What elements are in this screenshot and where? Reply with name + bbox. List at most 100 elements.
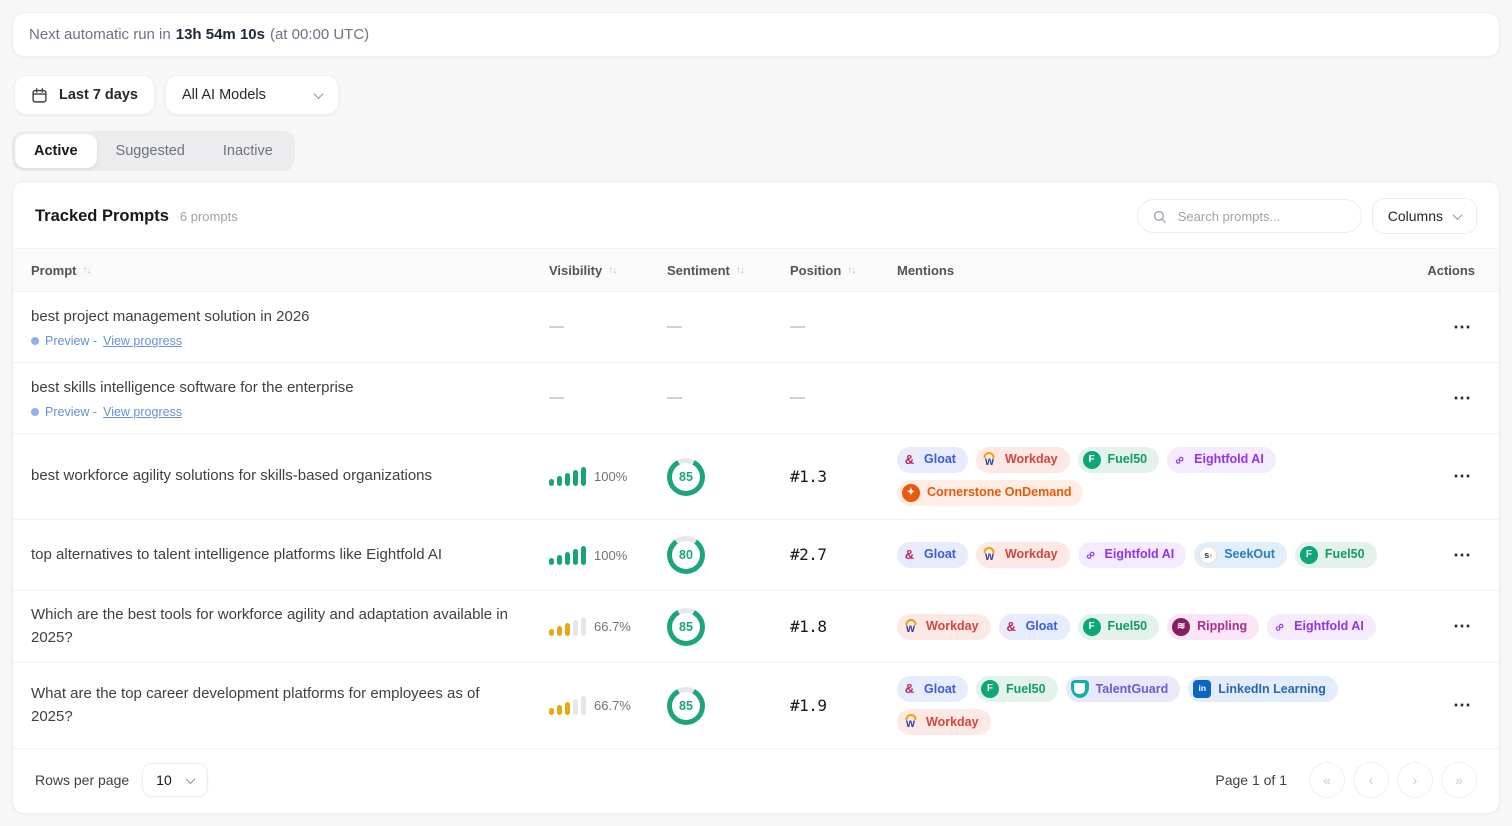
row-actions-button[interactable]: ⋯	[1449, 315, 1475, 340]
next-run-prefix: Next automatic run in	[29, 26, 171, 43]
position-cell: #1.8	[790, 617, 897, 637]
row-actions-button[interactable]: ⋯	[1449, 614, 1475, 639]
sentiment-cell: —	[667, 389, 790, 407]
position-cell: #2.7	[790, 545, 897, 565]
position-value: #2.7	[790, 545, 827, 564]
chevron-down-icon	[1453, 210, 1463, 220]
preview-dot-icon	[31, 408, 39, 416]
mentions-cell: wWorkday&GloatFFuel50≋Rippling∞Eightfold…	[897, 614, 1411, 640]
mention-label: Gloat	[924, 451, 956, 469]
table-row[interactable]: best workforce agility solutions for ski…	[13, 434, 1499, 520]
preview-label: Preview -	[45, 334, 97, 348]
row-actions-button[interactable]: ⋯	[1449, 543, 1475, 568]
view-progress-link[interactable]: View progress	[103, 405, 182, 419]
row-actions-button[interactable]: ⋯	[1449, 693, 1475, 718]
prev-page-button[interactable]: ‹	[1353, 762, 1389, 798]
row-actions-button[interactable]: ⋯	[1449, 386, 1475, 411]
next-page-button[interactable]: ›	[1397, 762, 1433, 798]
column-header-visibility[interactable]: Visibility ↑↓	[549, 263, 667, 278]
mention-badge-workday: wWorkday	[976, 447, 1070, 473]
mention-badge-gloat: &Gloat	[897, 676, 968, 702]
table-footer: Rows per page 10 Page 1 of 1 « ‹ › »	[13, 749, 1499, 813]
search-input[interactable]	[1176, 208, 1347, 225]
mention-label: Fuel50	[1108, 618, 1148, 636]
visibility-bars-icon	[549, 467, 586, 486]
tab-inactive[interactable]: Inactive	[204, 134, 292, 168]
visibility-bars-icon	[549, 546, 586, 565]
prompt-text: top alternatives to talent intelligence …	[31, 544, 509, 567]
visibility-percent: 100%	[594, 469, 627, 484]
cornerstone-ondemand-icon: ✦	[902, 484, 920, 502]
prompt-text: Which are the best tools for workforce a…	[31, 604, 509, 649]
actions-cell: ⋯	[1411, 614, 1475, 639]
ai-models-select[interactable]: All AI Models	[165, 75, 339, 115]
rows-per-page-select[interactable]: 10	[142, 763, 208, 797]
mention-label: SeekOut	[1224, 546, 1275, 564]
mention-badge-eightfold: ∞Eightfold AI	[1267, 614, 1376, 640]
position-value: #1.8	[790, 617, 827, 636]
prompt-text: best skills intelligence software for th…	[31, 377, 509, 400]
sort-icon: ↑↓	[83, 265, 91, 276]
last-page-button[interactable]: »	[1441, 762, 1477, 798]
page-indicator: Page 1 of 1	[1215, 772, 1287, 788]
mention-badge-gloat: &Gloat	[999, 614, 1070, 640]
column-header-actions: Actions	[1411, 263, 1475, 278]
mention-badge-workday: wWorkday	[897, 709, 991, 735]
mention-label: Cornerstone OnDemand	[927, 484, 1071, 502]
row-actions-button[interactable]: ⋯	[1449, 464, 1475, 489]
mention-badge-seekout: s› SeekOut	[1194, 542, 1287, 568]
tab-suggested[interactable]: Suggested	[97, 134, 204, 168]
actions-cell: ⋯	[1411, 464, 1475, 489]
actions-cell: ⋯	[1411, 315, 1475, 340]
chevron-down-icon	[185, 774, 195, 784]
mention-label: Fuel50	[1325, 546, 1365, 564]
column-header-mentions: Mentions	[897, 263, 1411, 278]
mention-badge-linkedin: inLinkedIn Learning	[1188, 676, 1338, 702]
position-value: #1.9	[790, 696, 827, 715]
actions-cell: ⋯	[1411, 543, 1475, 568]
table-row[interactable]: best skills intelligence software for th…	[13, 363, 1499, 434]
table-row[interactable]: Which are the best tools for workforce a…	[13, 591, 1499, 663]
prompt-cell: best skills intelligence software for th…	[31, 377, 549, 420]
tab-active[interactable]: Active	[15, 134, 97, 168]
next-run-banner: Next automatic run in 13h 54m 10s (at 00…	[12, 12, 1500, 57]
seekout-icon: s›	[1199, 546, 1217, 564]
empty-value: —	[790, 318, 805, 335]
date-range-button[interactable]: Last 7 days	[14, 75, 155, 115]
sentiment-score: 85	[672, 613, 700, 641]
tracked-prompts-card: Tracked Prompts 6 prompts Columns	[12, 181, 1500, 814]
table-row[interactable]: What are the top career development plat…	[13, 663, 1499, 749]
page-title: Tracked Prompts	[35, 207, 169, 226]
columns-label: Columns	[1388, 208, 1443, 224]
preview-status: Preview -View progress	[31, 405, 549, 419]
mention-label: LinkedIn Learning	[1218, 681, 1326, 699]
mention-badge-fuel50: FFuel50	[976, 676, 1058, 702]
table-body: best project management solution in 2026…	[13, 292, 1499, 749]
mention-badge-cornerstone: ✦ Cornerstone OnDemand	[897, 480, 1083, 506]
eightfold-ai-icon: ∞	[1078, 543, 1101, 567]
gloat-icon: &	[1004, 618, 1019, 636]
mention-badge-rippling: ≋Rippling	[1167, 614, 1259, 640]
rippling-icon: ≋	[1172, 618, 1190, 636]
table-row[interactable]: best project management solution in 2026…	[13, 292, 1499, 363]
view-progress-link[interactable]: View progress	[103, 334, 182, 348]
mention-badge-fuel50: FFuel50	[1078, 447, 1160, 473]
search-box[interactable]	[1137, 199, 1362, 233]
column-header-position[interactable]: Position ↑↓	[790, 263, 897, 278]
visibility-bars-icon	[549, 617, 586, 636]
first-page-button[interactable]: «	[1309, 762, 1345, 798]
visibility-cell: 100%	[549, 546, 667, 565]
sentiment-ring: 80	[667, 536, 705, 574]
visibility-percent: 100%	[594, 548, 627, 563]
sort-icon: ↑↓	[608, 265, 616, 276]
actions-cell: ⋯	[1411, 386, 1475, 411]
column-header-prompt[interactable]: Prompt ↑↓	[31, 263, 549, 278]
columns-button[interactable]: Columns	[1372, 198, 1477, 234]
calendar-icon	[31, 87, 48, 104]
workday-icon: w	[981, 451, 998, 469]
prompt-cell: best project management solution in 2026…	[31, 306, 549, 349]
mention-badge-fuel50: FFuel50	[1078, 614, 1160, 640]
mentions-cell: &GloatwWorkdayFFuel50∞Eightfold AI✦Corne…	[897, 447, 1411, 506]
column-header-sentiment[interactable]: Sentiment ↑↓	[667, 263, 790, 278]
table-row[interactable]: top alternatives to talent intelligence …	[13, 520, 1499, 591]
